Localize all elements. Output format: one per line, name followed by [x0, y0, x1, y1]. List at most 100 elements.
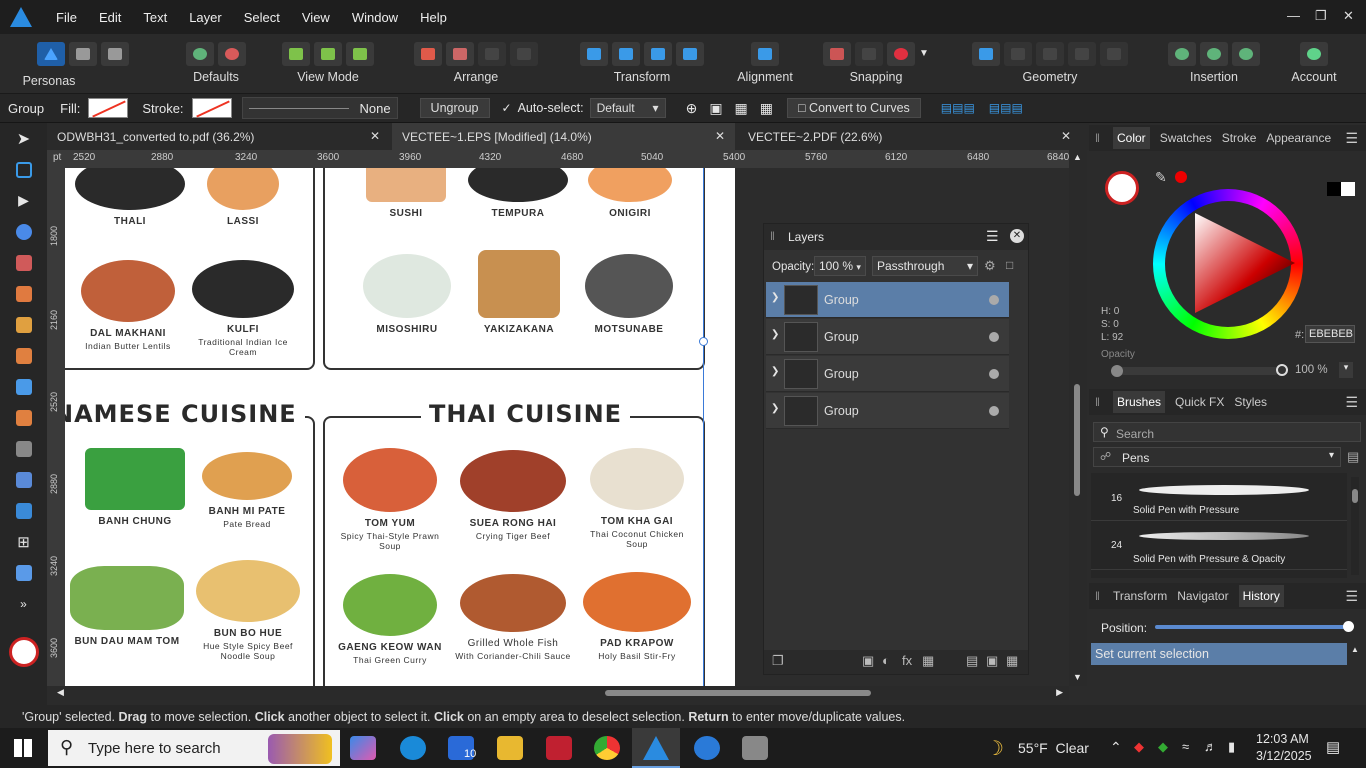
- pen-tool[interactable]: [0, 278, 47, 309]
- tab-document-2[interactable]: VECTEE~1.EPS [Modified] (14.0%) ✕: [392, 123, 735, 150]
- corner-tool[interactable]: [0, 216, 47, 247]
- wifi-icon[interactable]: ≈: [1182, 739, 1189, 754]
- flip-horizontal-icon[interactable]: [580, 42, 608, 66]
- shape-tool[interactable]: [0, 247, 47, 278]
- minimize-icon[interactable]: —: [1287, 8, 1300, 23]
- scroll-down-icon[interactable]: ▼: [1073, 672, 1082, 682]
- hamburger-menu-icon[interactable]: ☰: [986, 228, 999, 245]
- add-geometry-icon[interactable]: [972, 42, 1000, 66]
- app-circle-icon[interactable]: [694, 736, 720, 760]
- mini-swatch-icon[interactable]: [1327, 182, 1355, 196]
- layer-row[interactable]: ❯ Group: [766, 393, 1009, 429]
- brush-scroll-thumb[interactable]: [1352, 489, 1358, 503]
- revert-defaults-icon[interactable]: [218, 42, 246, 66]
- expand-arrow-icon[interactable]: ❯: [771, 292, 779, 303]
- account-icon[interactable]: [1300, 42, 1328, 66]
- layer-row[interactable]: ❯ Group: [766, 319, 1009, 355]
- layers-options-icon[interactable]: ❐: [772, 653, 784, 669]
- settings-gear-icon[interactable]: ⚙: [984, 258, 996, 274]
- align-top-icon[interactable]: ▤▤▤: [989, 101, 1023, 115]
- menu-text[interactable]: Text: [143, 10, 167, 25]
- weather-text[interactable]: 55°F Clear: [1018, 740, 1089, 756]
- pixel-brush-tool[interactable]: [0, 402, 47, 433]
- autoselect-dropdown[interactable]: Default ▾: [589, 98, 666, 118]
- add-layer-icon[interactable]: ▤: [966, 653, 978, 669]
- left-ruler[interactable]: 1800 2160 2520 2880 3240 3600: [47, 168, 65, 686]
- menu-edit[interactable]: Edit: [99, 10, 121, 25]
- opacity-slider-handle[interactable]: [1276, 364, 1288, 376]
- pixel-view-icon[interactable]: [314, 42, 342, 66]
- move-forward-one-icon[interactable]: [478, 42, 506, 66]
- vertical-scroll-thumb[interactable]: [1074, 384, 1080, 496]
- tab-navigator[interactable]: Navigator: [1177, 589, 1228, 603]
- tab-color[interactable]: Color: [1113, 127, 1150, 149]
- visibility-toggle[interactable]: [989, 369, 999, 379]
- tab-document-1[interactable]: ODWBH31_converted to.pdf (36.2%) ✕: [47, 123, 390, 150]
- weather-moon-icon[interactable]: ☽: [986, 736, 1004, 761]
- menu-select[interactable]: Select: [244, 10, 280, 25]
- mail-icon[interactable]: 10: [448, 736, 476, 760]
- layer-row[interactable]: ❯ Group: [766, 356, 1009, 392]
- history-scrollbar[interactable]: ▲: [1351, 641, 1361, 697]
- brush-category-dropdown[interactable]: ☍ Pens ▾: [1093, 447, 1341, 467]
- insert-top-icon[interactable]: [1200, 42, 1228, 66]
- file-explorer-icon[interactable]: [497, 736, 523, 760]
- chevron-down-icon[interactable]: ▾: [1339, 362, 1353, 378]
- snapping-options-icon[interactable]: [823, 42, 852, 66]
- grid-icon[interactable]: ▦: [760, 100, 773, 117]
- brush-list-scrollbar[interactable]: [1351, 477, 1359, 575]
- chrome-icon[interactable]: [594, 736, 620, 760]
- move-tool[interactable]: ➤: [0, 123, 47, 154]
- tab-stroke[interactable]: Stroke: [1222, 131, 1257, 145]
- node-tool[interactable]: ▶: [0, 185, 47, 216]
- list-view-icon[interactable]: ▤: [1347, 449, 1359, 465]
- tab-quick-fx[interactable]: Quick FX: [1175, 395, 1224, 409]
- close-window-icon[interactable]: ✕: [1343, 8, 1354, 24]
- top-ruler[interactable]: pt 2520 2880 3240 3600 3960 4320 4680 50…: [47, 150, 1069, 168]
- rotate-right-icon[interactable]: [676, 42, 704, 66]
- tab-transform[interactable]: Transform: [1113, 589, 1167, 603]
- distribute-icon[interactable]: ▦: [735, 100, 748, 117]
- pencil-tool[interactable]: [0, 309, 47, 340]
- vector-brush-tool[interactable]: [0, 340, 47, 371]
- move-to-back-icon[interactable]: [414, 42, 442, 66]
- expand-arrow-icon[interactable]: ❯: [771, 403, 779, 414]
- snapping-magnet-icon[interactable]: [887, 42, 916, 66]
- vertical-scrollbar[interactable]: ▲ ▼: [1069, 150, 1087, 686]
- crop-tool[interactable]: ⊞: [0, 526, 47, 557]
- menu-layer[interactable]: Layer: [189, 10, 222, 25]
- tab-history[interactable]: History: [1238, 585, 1284, 607]
- xor-geometry-icon[interactable]: [1068, 42, 1096, 66]
- vector-view-icon[interactable]: [282, 42, 310, 66]
- close-tab-icon[interactable]: ✕: [715, 129, 725, 143]
- group-layers-icon[interactable]: ▣: [986, 653, 998, 669]
- expand-arrow-icon[interactable]: ❯: [771, 366, 779, 377]
- move-back-one-icon[interactable]: [446, 42, 474, 66]
- grip-icon[interactable]: ‖: [1095, 131, 1100, 145]
- tab-appearance[interactable]: Appearance: [1266, 131, 1331, 145]
- insert-behind-icon[interactable]: [1168, 42, 1196, 66]
- brush-item[interactable]: 24 Solid Pen with Pressure & Opacity: [1091, 522, 1347, 570]
- alignment-icon[interactable]: [751, 42, 779, 66]
- designer-persona-icon[interactable]: [37, 42, 65, 66]
- scroll-up-icon[interactable]: ▲: [1351, 645, 1359, 654]
- scroll-up-icon[interactable]: ▲: [1073, 152, 1082, 162]
- pixel-persona-icon[interactable]: [69, 42, 97, 66]
- intersect-geometry-icon[interactable]: [1036, 42, 1064, 66]
- fill-stroke-selector[interactable]: [1105, 171, 1139, 205]
- menu-window[interactable]: Window: [352, 10, 398, 25]
- fill-stroke-swatch[interactable]: [0, 627, 47, 677]
- horizontal-scroll-thumb[interactable]: [605, 690, 871, 696]
- insert-inside-icon[interactable]: [1232, 42, 1260, 66]
- stroke-swatch[interactable]: [191, 98, 232, 118]
- convert-to-curves-button[interactable]: □ Convert to Curves: [787, 98, 921, 118]
- fill-swatch[interactable]: [88, 98, 129, 118]
- subtract-geometry-icon[interactable]: [1004, 42, 1032, 66]
- document-page[interactable]: THALI LASSI DAL MAKHANI Indian Butter Len…: [65, 168, 735, 686]
- autoselect-checkbox[interactable]: ✓: [502, 101, 512, 115]
- more-tools[interactable]: »: [0, 588, 47, 619]
- hamburger-menu-icon[interactable]: ☰: [1345, 394, 1358, 411]
- restore-icon[interactable]: ❐: [1315, 8, 1327, 24]
- eyedropper-icon[interactable]: ✎: [1155, 169, 1167, 186]
- opacity-slider[interactable]: [1117, 367, 1279, 375]
